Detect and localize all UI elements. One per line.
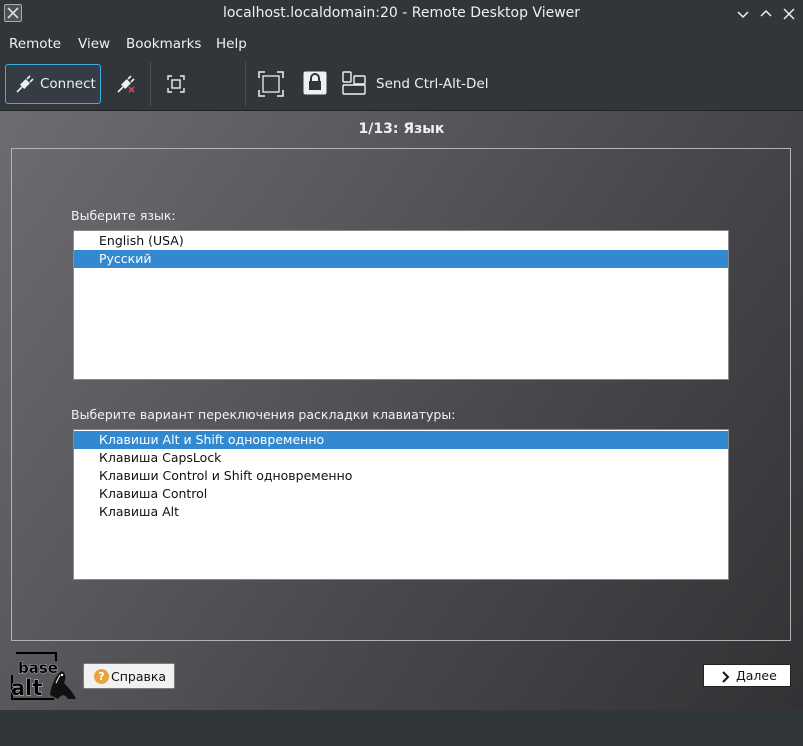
installer-step-title: 1/13: Язык <box>358 121 445 137</box>
svg-text:alt: alt <box>11 676 42 700</box>
list-item[interactable]: English (USA) <box>74 232 728 250</box>
connect-label: Connect <box>40 76 96 92</box>
fullscreen-icon[interactable] <box>166 74 186 98</box>
window-title: localhost.localdomain:20 - Remote Deskto… <box>222 5 581 21</box>
layout-switch-listbox[interactable]: Клавиши Alt и Shift одновременно Клавиша… <box>73 429 729 580</box>
help-button[interactable]: ? Справка <box>83 663 175 689</box>
keyboard-shortcut-icon[interactable] <box>342 71 366 99</box>
toolbar-separator <box>150 62 151 106</box>
send-ctrl-alt-del-button[interactable]: Send Ctrl-Alt-Del <box>376 76 489 92</box>
remote-display[interactable]: 1/13: Язык Выберите язык: English (USA) … <box>0 110 803 710</box>
list-item-selected[interactable]: Клавиши Alt и Shift одновременно <box>74 431 728 449</box>
plug-icon <box>14 75 34 99</box>
menu-view[interactable]: View <box>78 36 110 52</box>
menu-bookmarks[interactable]: Bookmarks <box>126 36 201 52</box>
menu-remote[interactable]: Remote <box>9 36 61 52</box>
list-item-selected[interactable]: Русский <box>74 250 728 268</box>
language-label: Выберите язык: <box>71 208 176 223</box>
help-button-label: Справка <box>111 669 167 684</box>
toolbar: Connect Send Ctrl-Alt-Del <box>0 58 803 110</box>
menu-help[interactable]: Help <box>216 36 247 52</box>
next-button[interactable]: Далее <box>703 664 791 687</box>
help-icon: ? <box>94 669 109 684</box>
maximize-button[interactable] <box>757 5 775 23</box>
layout-switch-label: Выберите вариант переключения раскладки … <box>71 407 456 422</box>
minimize-button[interactable] <box>734 5 752 23</box>
chevron-right-icon <box>721 669 731 688</box>
list-item[interactable]: Клавиши Control и Shift одновременно <box>74 467 728 485</box>
list-item[interactable]: Клавиша Control <box>74 485 728 503</box>
lock-icon[interactable] <box>303 71 327 99</box>
basealt-logo: base alt <box>10 651 80 703</box>
list-item[interactable]: Клавиша CapsLock <box>74 449 728 467</box>
disconnect-icon[interactable] <box>116 74 136 98</box>
connect-button[interactable]: Connect <box>5 64 101 104</box>
svg-text:base: base <box>18 659 58 677</box>
next-button-label: Далее <box>736 668 777 683</box>
close-button[interactable] <box>780 5 798 23</box>
toolbar-separator <box>245 62 246 106</box>
language-listbox[interactable]: English (USA) Русский <box>73 230 729 380</box>
scale-icon[interactable] <box>258 71 284 101</box>
list-item[interactable]: Клавиша Alt <box>74 503 728 521</box>
window-titlebar: localhost.localdomain:20 - Remote Deskto… <box>0 0 803 28</box>
window-bottom-area <box>0 710 803 746</box>
menu-bar: Remote View Bookmarks Help <box>0 30 803 58</box>
